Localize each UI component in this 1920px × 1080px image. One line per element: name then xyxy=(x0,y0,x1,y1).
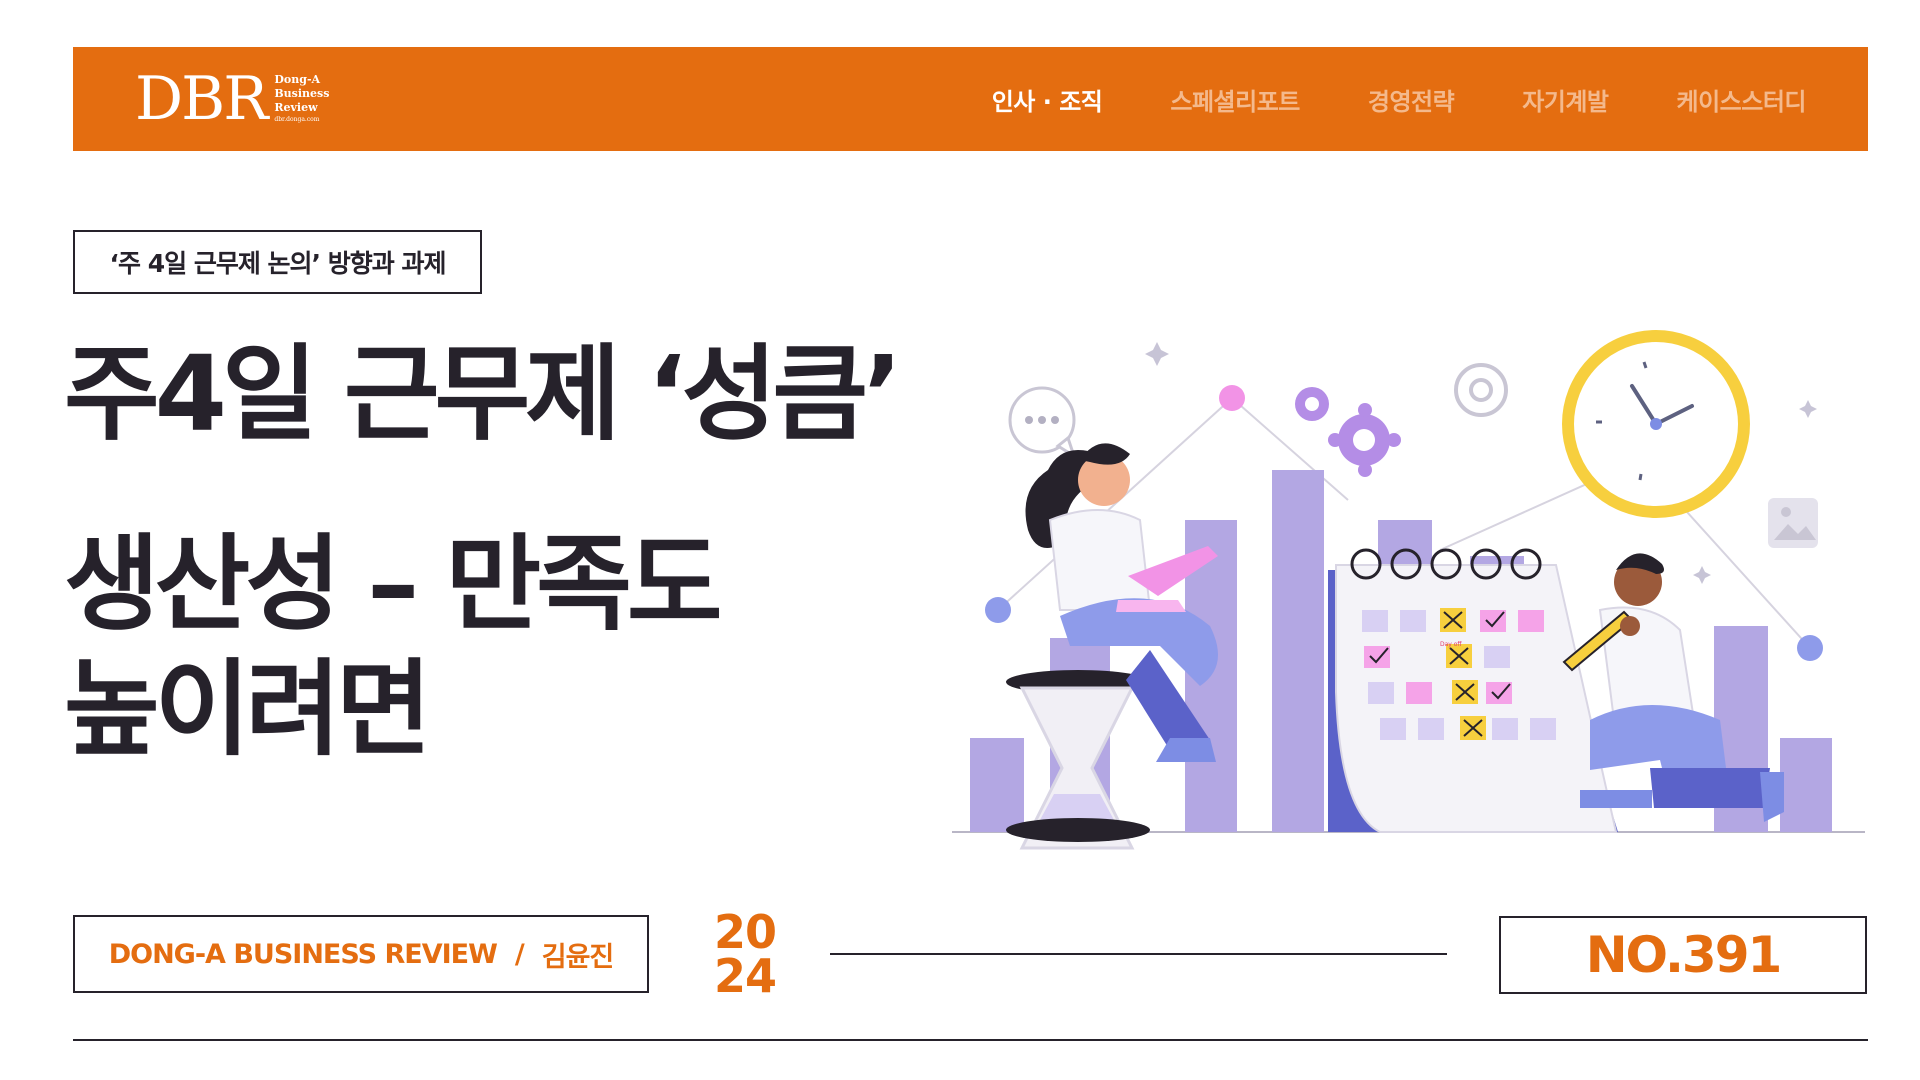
logo-mark: DBR xyxy=(135,64,268,134)
image-icon xyxy=(1768,498,1818,548)
publication-credit: DONG-A BUSINESS REVIEW / 김윤진 xyxy=(73,915,649,993)
gear-icon xyxy=(1295,387,1329,421)
chat-bubble-icon xyxy=(1008,386,1077,460)
logo-subtitle: Dong-A Business Review dbr.donga.com xyxy=(274,73,329,125)
nav-item-special-report[interactable]: 스페셜리포트 xyxy=(1170,82,1300,117)
day-off-label: Day off xyxy=(1440,641,1462,648)
top-navigation-bar: DBR Dong-A Business Review dbr.donga.com… xyxy=(73,47,1868,151)
main-nav: 인사 · 조직 스페셜리포트 경영전략 자기계발 케이스스터디 xyxy=(992,47,1807,151)
nav-item-case-study[interactable]: 케이스스터디 xyxy=(1677,82,1807,117)
headline-line-1: 주4일 근무제 ‘성큼’ xyxy=(64,333,903,455)
headline-line-2: 생산성 – 만족도 xyxy=(64,523,722,645)
author-name: 김윤진 xyxy=(541,941,615,973)
gear-icon xyxy=(1328,403,1401,477)
logo-sub-line: Dong-A xyxy=(274,73,321,86)
issue-number: NO.391 xyxy=(1499,916,1867,994)
year-top: 20 xyxy=(713,905,777,959)
calendar-icon: Day off xyxy=(1328,548,1618,833)
logo-sub-line: Review xyxy=(274,101,318,114)
bottom-divider xyxy=(73,1039,1868,1041)
nav-item-hr-organization[interactable]: 인사 · 조직 xyxy=(992,82,1103,117)
credit-separator: / xyxy=(514,938,525,970)
logo-sub-line: Business xyxy=(274,87,330,100)
clock-icon xyxy=(1562,330,1750,518)
gear-icon xyxy=(1454,363,1508,417)
year-bottom: 24 xyxy=(713,949,777,1003)
publication-name: DONG-A BUSINESS REVIEW xyxy=(108,938,498,970)
work-schedule-illustration: Day off xyxy=(952,330,1865,850)
nav-item-management-strategy[interactable]: 경영전략 xyxy=(1368,82,1455,117)
divider-line xyxy=(830,953,1447,955)
headline-line-3: 높이려면 xyxy=(64,648,432,770)
article-kicker: ‘주 4일 근무제 논의’ 방향과 과제 xyxy=(73,230,482,294)
dbr-logo[interactable]: DBR Dong-A Business Review dbr.donga.com xyxy=(135,67,329,131)
nav-item-self-development[interactable]: 자기계발 xyxy=(1522,82,1609,117)
publication-year: 20 24 xyxy=(703,905,787,1003)
logo-url: dbr.donga.com xyxy=(274,116,320,123)
